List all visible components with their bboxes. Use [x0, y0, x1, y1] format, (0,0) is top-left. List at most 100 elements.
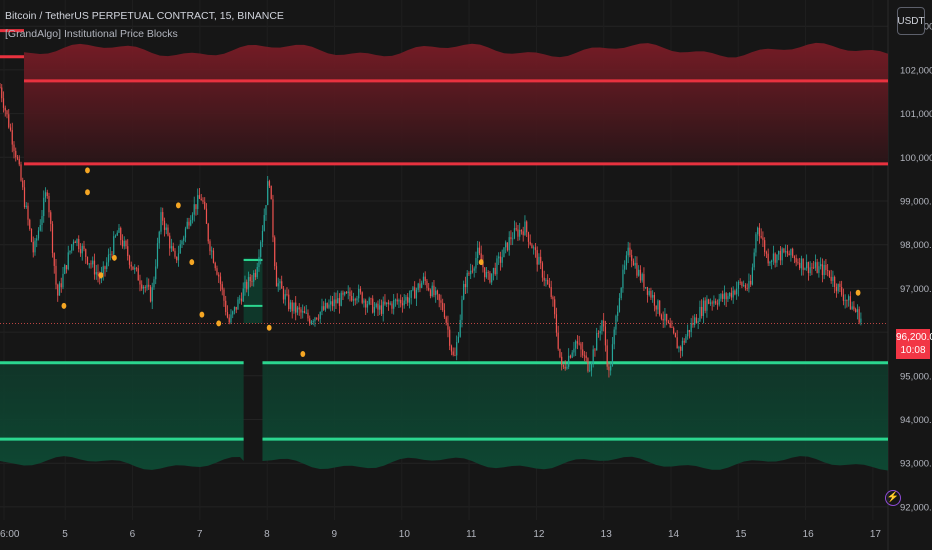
signal-marker	[189, 259, 195, 266]
candle-body	[506, 242, 509, 251]
candle-body	[767, 253, 769, 264]
candle-body	[11, 130, 13, 145]
candle-body	[681, 340, 684, 351]
candle-body	[127, 246, 129, 257]
candle-body	[412, 287, 414, 291]
candle-body	[417, 283, 419, 290]
candle-body	[0, 87, 1, 89]
candle-body	[218, 274, 220, 277]
candle-body	[72, 241, 75, 245]
candle-body	[438, 294, 440, 301]
candle-body	[823, 264, 825, 276]
candle-body	[527, 232, 530, 242]
candle-body	[44, 192, 47, 198]
candle-body	[436, 290, 439, 295]
candle-body	[270, 185, 272, 200]
candle-body	[477, 247, 479, 259]
candle-body	[363, 300, 365, 303]
candle-body	[743, 285, 745, 286]
candle-body	[365, 300, 367, 308]
candle-body	[405, 296, 407, 301]
candle-body	[20, 164, 22, 181]
candle-body	[828, 270, 831, 277]
candle-body	[783, 248, 785, 253]
candle-body	[606, 345, 608, 367]
candle-body	[608, 366, 610, 371]
candle-body	[708, 299, 710, 304]
lightning-icon[interactable]: ⚡	[885, 490, 901, 506]
candle-body	[176, 256, 178, 261]
candle-body	[174, 250, 176, 257]
signal-marker	[300, 350, 306, 357]
candle-body	[401, 303, 404, 306]
candle-body	[622, 269, 624, 288]
candle-body	[860, 318, 862, 323]
candle-body	[841, 287, 843, 295]
signal-marker	[85, 167, 90, 174]
indicator-name: [GrandAlgo] Institutional Price Blocks	[5, 28, 178, 40]
candle-body	[774, 253, 776, 263]
y-tick-label: 99,000.0	[900, 197, 932, 208]
candle-body	[583, 355, 586, 357]
candle-body	[330, 301, 332, 305]
candle-body	[289, 302, 292, 310]
candle-body	[149, 286, 152, 302]
x-tick-label: 6:00	[0, 529, 20, 540]
candle-body	[643, 274, 645, 288]
candle-body	[522, 231, 524, 236]
candle-body	[694, 317, 696, 325]
signal-marker	[478, 259, 484, 266]
candle-body	[200, 198, 202, 201]
candle-body	[765, 252, 768, 254]
candle-body	[664, 313, 666, 321]
candle-body	[545, 279, 547, 281]
support-zone-fill	[262, 362, 889, 471]
candle-body	[90, 263, 92, 265]
candle-body	[720, 294, 722, 299]
candle-body	[790, 248, 792, 256]
currency-button[interactable]: USDT	[897, 7, 925, 35]
candle-body	[391, 303, 393, 309]
candlestick-chart[interactable]: 92,000.093,000.094,000.095,000.096,000.0…	[0, 0, 932, 550]
candle-body	[74, 241, 76, 244]
signal-marker	[98, 272, 104, 279]
candle-body	[32, 241, 34, 253]
candle-body	[359, 288, 362, 293]
candle-body	[491, 273, 493, 283]
candle-body	[88, 263, 90, 265]
candle-body	[792, 248, 794, 257]
candle-body	[426, 280, 428, 288]
candle-body	[34, 240, 36, 253]
candle-body	[29, 219, 31, 230]
candle-body	[50, 212, 52, 224]
candle-body	[410, 290, 412, 298]
candle-body	[354, 299, 356, 301]
candle-body	[366, 304, 369, 308]
candle-body	[15, 150, 17, 158]
candle-body	[827, 270, 829, 271]
last-price-value: 96,200.0	[896, 332, 932, 343]
candle-body	[377, 303, 379, 310]
candle-body	[4, 107, 6, 111]
candle-body	[393, 300, 395, 309]
candle-body	[666, 313, 668, 322]
candle-body	[431, 285, 433, 297]
candle-body	[274, 237, 276, 267]
candle-body	[450, 345, 453, 352]
candle-body	[424, 276, 426, 281]
candle-body	[79, 249, 82, 254]
candle-body	[478, 247, 481, 254]
candle-body	[197, 195, 199, 209]
candle-body	[25, 205, 27, 208]
candle-body	[492, 267, 495, 274]
candle-body	[800, 258, 803, 269]
candle-body	[310, 321, 313, 324]
y-tick-label: 93,000.0	[900, 459, 932, 470]
candle-body	[834, 276, 836, 287]
candle-body	[781, 248, 783, 261]
candle-body	[484, 267, 486, 278]
candle-body	[517, 229, 519, 237]
candle-body	[594, 349, 596, 351]
candle-body	[814, 262, 817, 268]
candle-body	[464, 283, 467, 288]
